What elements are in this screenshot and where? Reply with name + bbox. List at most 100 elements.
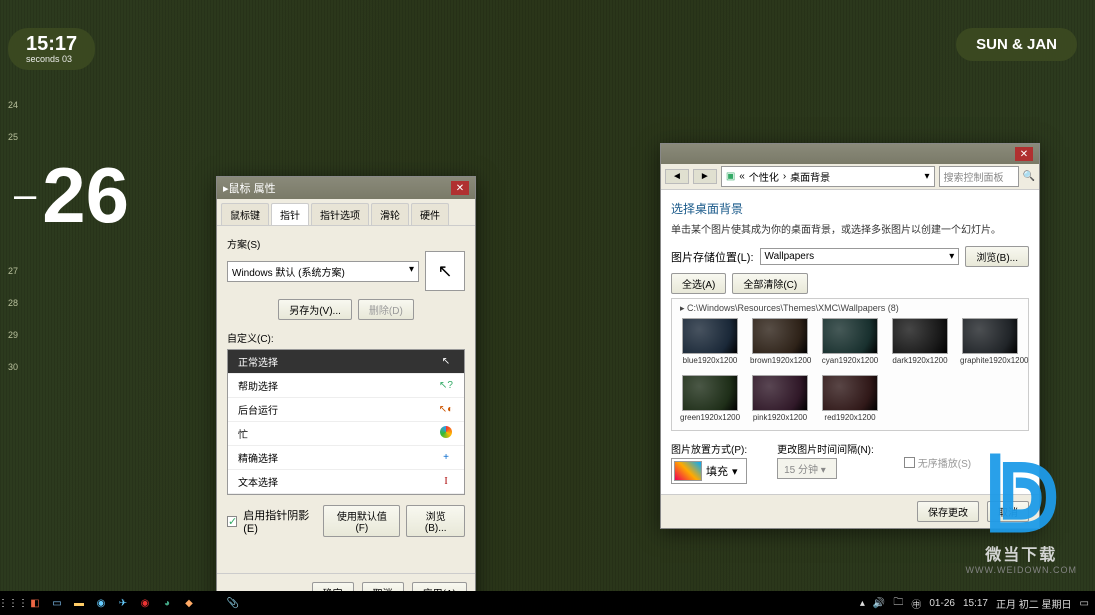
tray-lunar: 正月 初二 星期日 [996, 596, 1072, 611]
wallpaper-thumb[interactable]: dark1920x1200 [890, 318, 950, 365]
breadcrumb-parent[interactable]: 个性化 [749, 169, 779, 184]
cursor-name: 文本选择 [238, 474, 278, 489]
tick: 27 [8, 266, 18, 276]
back-button[interactable]: ◄ [665, 169, 689, 184]
folder-icon[interactable]: ▬ [72, 596, 86, 610]
browser-icon[interactable]: ◉ [94, 596, 108, 610]
system-tray: ▴ 🔊 🗀 ㊥ 01-26 15:17 正月 初二 星期日 ▭ [860, 595, 1089, 612]
scheme-label: 方案(S) [227, 240, 260, 251]
breadcrumb[interactable]: ▣ « 个性化 › 桌面背景 ▾ [721, 166, 935, 187]
close-icon[interactable]: ✕ [1015, 147, 1033, 161]
thumb-image[interactable] [962, 318, 1018, 354]
cursor-item-normal[interactable]: 正常选择 ↖ [228, 350, 464, 374]
thumb-label: cyan1920x1200 [820, 356, 880, 365]
volume-icon[interactable]: 🔊 [873, 598, 885, 609]
search-input[interactable]: 搜索控制面板 [939, 166, 1019, 187]
battery-icon[interactable]: 🗀 [893, 595, 903, 612]
cursor-item-busy[interactable]: 忙 [228, 422, 464, 446]
tab-pointer-options[interactable]: 指针选项 [311, 203, 369, 225]
music-icon[interactable]: ◉ [138, 596, 152, 610]
app-icon[interactable]: ◆ [182, 596, 196, 610]
tab-buttons[interactable]: 鼠标键 [221, 203, 269, 225]
cursor-name: 后台运行 [238, 402, 278, 417]
cursor-item-help[interactable]: 帮助选择 ↖? [228, 374, 464, 398]
thumb-image[interactable] [752, 375, 808, 411]
thumb-image[interactable] [682, 375, 738, 411]
thumb-image[interactable] [682, 318, 738, 354]
thumb-image[interactable] [822, 375, 878, 411]
forward-button[interactable]: ► [693, 169, 717, 184]
input-icon[interactable]: ㊥ [911, 596, 921, 611]
clip-icon[interactable]: 📎 [226, 596, 240, 610]
tray-expand-icon[interactable]: ▴ [860, 598, 865, 609]
wallpaper-thumb[interactable]: pink1920x1200 [750, 375, 810, 422]
fit-preview-icon [674, 461, 702, 481]
tray-date[interactable]: 01-26 [929, 598, 955, 609]
shadow-checkbox[interactable]: ✓ [227, 516, 237, 527]
tab-hardware[interactable]: 硬件 [411, 203, 449, 225]
scheme-select[interactable]: Windows 默认 (系统方案) ▾ [227, 261, 419, 282]
delete-button[interactable]: 删除(D) [358, 299, 414, 320]
location-select[interactable]: Wallpapers ▾ [760, 248, 960, 265]
watermark-logo: 微当下载 WWW.WEIDOWN.COM [966, 450, 1077, 575]
big-date-number: – 26 [14, 160, 129, 230]
thumb-image[interactable] [892, 318, 948, 354]
cursor-item-working[interactable]: 后台运行 ↖◐ [228, 398, 464, 422]
scheme-value: Windows 默认 (系统方案) [232, 264, 345, 279]
close-icon[interactable]: ✕ [451, 181, 469, 195]
cursor-working-icon: ↖◐ [438, 404, 454, 415]
breadcrumb-current: 桌面背景 [790, 169, 830, 184]
wallpaper-thumb[interactable]: blue1920x1200 [680, 318, 740, 365]
notification-icon[interactable]: ▭ [1080, 598, 1089, 609]
clear-all-button[interactable]: 全部清除(C) [732, 273, 808, 294]
tray-time[interactable]: 15:17 [963, 598, 988, 609]
dash: – [14, 173, 36, 218]
thumb-label: red1920x1200 [820, 413, 880, 422]
clock-widget: 15:17 seconds 03 [8, 28, 95, 70]
customize-label: 自定义(C): [227, 334, 274, 345]
chrome-icon[interactable]: ◕ [160, 596, 174, 610]
window-icon[interactable]: ▭ [50, 596, 64, 610]
titlebar[interactable]: ▸ 鼠标 属性 ✕ [217, 177, 475, 199]
clock-time: 15:17 [26, 34, 77, 54]
chevron-down-icon[interactable]: ▾ [925, 171, 930, 182]
browse-cursor-button[interactable]: 浏览(B)... [406, 505, 465, 537]
tab-wheel[interactable]: 滑轮 [371, 203, 409, 225]
titlebar[interactable]: ✕ [661, 144, 1039, 164]
location-label: 图片存储位置(L): [671, 249, 754, 265]
clock-seconds: seconds 03 [26, 54, 77, 64]
save-as-button[interactable]: 另存为(V)... [278, 299, 352, 320]
cursor-list[interactable]: 正常选择 ↖ 帮助选择 ↖? 后台运行 ↖◐ 忙 精确选择 + [227, 349, 465, 495]
wallpaper-thumb[interactable]: green1920x1200 [680, 375, 740, 422]
fit-select[interactable]: 填充 ▾ [671, 458, 747, 484]
shadow-label: 启用指针阴影(E) [243, 507, 317, 535]
thumb-image[interactable] [752, 318, 808, 354]
cursor-text-icon: I [438, 476, 454, 487]
day-number: 26 [42, 160, 129, 230]
cursor-item-precision[interactable]: 精确选择 + [228, 446, 464, 470]
timing-select: 15 分钟 ▾ [777, 458, 837, 479]
taskbar[interactable]: ⋮⋮⋮ ◧ ▭ ▬ ◉ ✈ ◉ ◕ ◆ 📎 ▴ 🔊 🗀 ㊥ 01-26 15:1… [0, 591, 1095, 615]
thumb-label: green1920x1200 [680, 413, 740, 422]
use-default-button[interactable]: 使用默认值(F) [323, 505, 400, 537]
tick: 25 [8, 132, 18, 142]
wallpaper-thumb[interactable]: cyan1920x1200 [820, 318, 880, 365]
chat-icon[interactable]: ✈ [116, 596, 130, 610]
select-all-button[interactable]: 全选(A) [671, 273, 726, 294]
office-icon[interactable]: ◧ [28, 596, 42, 610]
thumb-image[interactable] [822, 318, 878, 354]
search-icon[interactable]: 🔍 [1023, 171, 1035, 182]
wallpaper-thumb[interactable]: brown1920x1200 [750, 318, 810, 365]
control-panel-icon: ▣ [726, 171, 735, 182]
cursor-item-text[interactable]: 文本选择 I [228, 470, 464, 494]
thumb-label: pink1920x1200 [750, 413, 810, 422]
wallpaper-thumb[interactable]: red1920x1200 [820, 375, 880, 422]
browse-location-button[interactable]: 浏览(B)... [965, 246, 1029, 267]
mouse-properties-window: ▸ 鼠标 属性 ✕ 鼠标键 指针 指针选项 滑轮 硬件 方案(S) Window… [216, 176, 476, 612]
shuffle-label: 无序播放(S) [918, 455, 971, 470]
wallpaper-thumb[interactable]: graphite1920x1200 [960, 318, 1020, 365]
cursor-precision-icon: + [438, 452, 454, 463]
thumb-label: dark1920x1200 [890, 356, 950, 365]
apps-icon[interactable]: ⋮⋮⋮ [6, 596, 20, 610]
tab-pointers[interactable]: 指针 [271, 203, 309, 225]
